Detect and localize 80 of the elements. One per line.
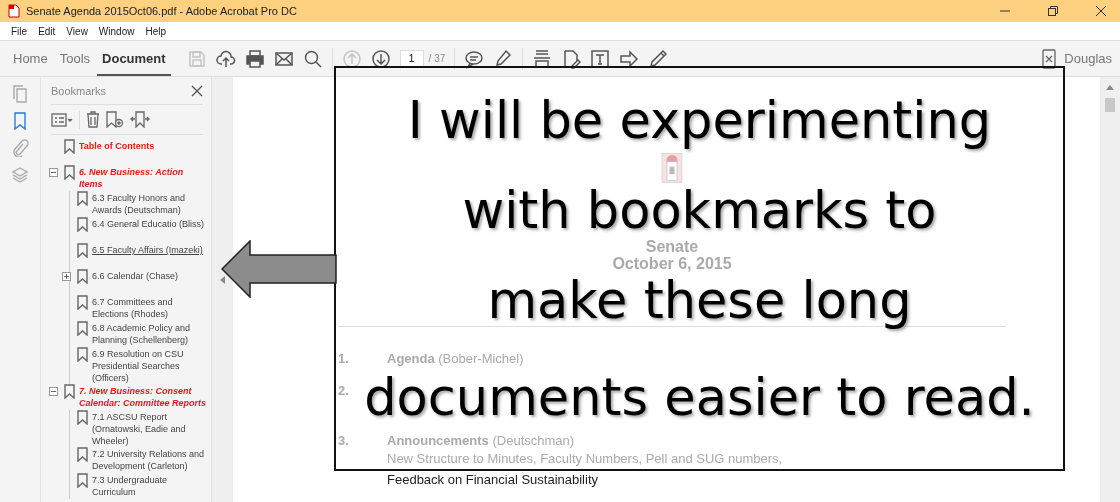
window-title: Senate Agenda 2015Oct06.pdf - Adobe Acrobat Pro DC — [26, 5, 297, 17]
bookmark-item[interactable]: 6.8 Academic Policy and Planning (Schellenberg) — [92, 321, 209, 346]
bookmark-item[interactable]: 6.3 Faculty Honors and Awards (Deutschman) — [92, 191, 209, 216]
tab[interactable]: Tools — [54, 41, 96, 76]
agenda-number: 2. — [338, 383, 350, 399]
right-arrow-icon[interactable] — [619, 48, 640, 69]
bookmark-icon — [77, 269, 88, 284]
bookmark-item[interactable]: 6.5 Faculty Affairs (Imazeki) — [92, 243, 209, 256]
close-icon[interactable] — [1096, 6, 1106, 16]
bookmark-icon — [77, 217, 88, 232]
user-menu[interactable]: Douglas — [1064, 51, 1112, 66]
bookmark-item[interactable]: 6.7 Committees and Elections (Rhodes) — [92, 295, 209, 320]
bookmark-icon — [64, 139, 75, 154]
document-heading: Senate — [645, 239, 699, 255]
bookmark-item[interactable]: 7.1 ASCSU Report (Ornatowski, Eadie and Wheeler) — [92, 410, 209, 447]
callout-text: I will be experimenting — [407, 93, 992, 149]
menu-item[interactable]: Window — [98, 25, 135, 37]
bookmark-item[interactable]: 7. New Business: Consent Calendar: Committee Reports — [79, 384, 209, 409]
bookmark-icon — [77, 243, 88, 258]
panel-title: Bookmarks — [51, 84, 107, 97]
agenda-number: 3. — [338, 433, 350, 450]
agenda-detail: New Structure to Minutes, Faculty Numbers, Pell and SUG numbers, — [387, 450, 783, 468]
callout-text: with bookmarks to — [462, 183, 937, 239]
menu-item[interactable]: Edit — [38, 25, 56, 37]
bookmark-item[interactable]: 6.9 Resolution on CSU Presidential Searches (Officers) — [92, 347, 209, 384]
agenda-number: 1. — [338, 351, 350, 367]
bookmark-icon[interactable] — [11, 112, 29, 130]
bookmark-icon — [64, 165, 75, 180]
callout-text: documents easier to read. — [364, 370, 1035, 426]
document-date: October 6, 2015 — [612, 256, 732, 272]
collapse-panel-icon[interactable] — [220, 275, 225, 284]
add-bookmark-icon[interactable] — [106, 111, 124, 128]
bookmark-icon — [77, 410, 88, 425]
collapse-toggle[interactable] — [49, 387, 59, 396]
bookmark-item[interactable]: 6.4 General Educatio (Bliss) — [92, 217, 209, 230]
tab[interactable]: Document — [97, 41, 171, 76]
paperclip-icon[interactable] — [11, 139, 29, 157]
text-box-icon[interactable] — [590, 48, 611, 69]
scrollbar-thumb[interactable] — [1105, 98, 1115, 112]
pdf-file-icon — [8, 4, 20, 18]
bookmark-icon — [64, 384, 75, 399]
bookmark-item[interactable]: 7.2 University Relations and Development (Carleton) — [92, 447, 209, 472]
comment-icon[interactable] — [464, 48, 485, 69]
agenda-detail: Feedback on Financial Sustainability — [387, 471, 599, 489]
bookmark-icon — [77, 473, 88, 488]
search-icon[interactable] — [302, 48, 323, 69]
restore-icon[interactable] — [1048, 6, 1058, 16]
scroll-up-icon[interactable] — [1106, 85, 1114, 90]
bookmark-icon — [77, 347, 88, 362]
expand-bookmark-icon[interactable] — [130, 111, 150, 128]
bookmark-icon — [77, 447, 88, 462]
options-icon[interactable] — [51, 112, 73, 127]
bookmark-icon — [77, 321, 88, 336]
callout-text: make these long — [487, 273, 912, 329]
page-number-field[interactable]: 1 — [399, 49, 424, 68]
agenda-item: Announcements (Deutschman) — [387, 433, 576, 449]
edit-document-icon[interactable] — [561, 48, 582, 69]
bookmark-icon — [77, 191, 88, 206]
bookmark-item[interactable]: 7.3 Undergraduate Curriculum — [92, 473, 209, 498]
tab[interactable]: Home — [8, 41, 53, 76]
cloud-upload-icon[interactable] — [215, 48, 236, 69]
close-icon[interactable] — [191, 84, 203, 97]
pencil-icon[interactable] — [648, 48, 669, 69]
bookmark-item[interactable]: 6.6 Calendar (Chase) — [92, 269, 209, 282]
scanner-icon[interactable] — [532, 48, 553, 69]
menu-item[interactable]: Help — [145, 25, 166, 37]
mobile-device-icon[interactable] — [1042, 48, 1057, 69]
highlighter-icon[interactable] — [493, 48, 514, 69]
delete-icon[interactable] — [86, 111, 100, 128]
print-icon[interactable] — [244, 48, 265, 69]
bookmark-icon — [77, 295, 88, 310]
bookmark-item[interactable]: 6. New Business: Action Items — [79, 165, 209, 190]
page-count: / 37 — [428, 53, 446, 64]
collapse-toggle[interactable] — [49, 168, 59, 177]
menu-item[interactable]: File — [11, 25, 28, 37]
expand-toggle[interactable] — [62, 272, 72, 281]
menu-item[interactable]: View — [66, 25, 88, 37]
building-logo-icon — [661, 153, 683, 183]
agenda-item: Agenda (Bober-Michel) — [387, 351, 524, 367]
bookmark-item[interactable]: Table of Contents — [79, 139, 209, 152]
